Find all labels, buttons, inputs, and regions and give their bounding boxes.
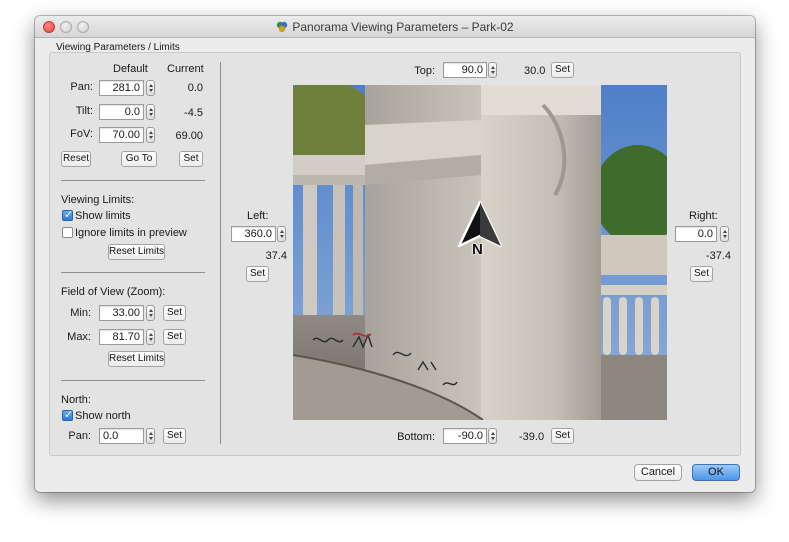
bottom-limit-current: -39.0	[519, 431, 545, 443]
current-column-header: Current	[167, 63, 204, 75]
bottom-limit-label: Bottom:	[397, 431, 435, 443]
reset-fov-limits-button[interactable]: Reset Limits	[108, 351, 165, 367]
left-limit-set-button[interactable]: Set	[246, 266, 269, 282]
viewing-limits-heading: Viewing Limits:	[61, 194, 135, 206]
left-limit-current: 37.4	[265, 250, 287, 262]
show-limits-checkbox[interactable]	[62, 208, 73, 221]
reset-viewing-limits-button[interactable]: Reset Limits	[108, 244, 165, 260]
north-pan-field[interactable]: 0.0	[99, 428, 144, 444]
pan-label: Pan:	[70, 81, 93, 93]
fov-current-value: 69.00	[175, 130, 203, 142]
separator	[61, 272, 205, 273]
default-column-header: Default	[113, 63, 148, 75]
tilt-default-field[interactable]: 0.0	[99, 104, 144, 120]
top-limit-set-button[interactable]: Set	[551, 62, 574, 78]
left-limit-field[interactable]: 360.0	[231, 226, 276, 242]
title-bar: Panorama Viewing Parameters – Park-02	[35, 16, 755, 38]
reset-button[interactable]: Reset	[61, 151, 91, 167]
right-limit-field[interactable]: 0.0	[675, 226, 717, 242]
bottom-limit-field[interactable]: -90.0	[443, 428, 487, 444]
bottom-limit-stepper[interactable]	[488, 428, 497, 444]
fov-max-set-button[interactable]: Set	[163, 329, 186, 345]
cancel-button[interactable]: Cancel	[634, 464, 682, 481]
panorama-parameters-window: Panorama Viewing Parameters – Park-02 Vi…	[35, 16, 755, 492]
right-limit-current: -37.4	[705, 250, 731, 262]
top-limit-stepper[interactable]	[488, 62, 497, 78]
left-limit-label: Left:	[247, 210, 269, 222]
fov-stepper[interactable]	[146, 127, 155, 143]
right-limit-label: Right:	[689, 210, 718, 222]
ignore-limits-checkbox[interactable]	[62, 227, 73, 238]
tilt-current-value: -4.5	[184, 107, 203, 119]
ok-button[interactable]: OK	[692, 464, 740, 481]
fov-min-label: Min:	[70, 307, 91, 319]
app-icon	[277, 21, 288, 33]
tilt-stepper[interactable]	[146, 104, 155, 120]
window-title-text: Panorama Viewing Parameters – Park-02	[292, 20, 514, 34]
fov-zoom-heading: Field of View (Zoom):	[61, 286, 166, 298]
fov-max-field[interactable]: 81.70	[99, 329, 144, 345]
left-limit-stepper[interactable]	[277, 226, 286, 242]
pan-default-field[interactable]: 281.0	[99, 80, 144, 96]
panorama-preview[interactable]: N	[293, 85, 667, 420]
north-heading: North:	[61, 394, 91, 406]
show-north-label: Show north	[75, 410, 131, 422]
fov-min-field[interactable]: 33.00	[99, 305, 144, 321]
show-limits-label: Show limits	[75, 210, 131, 222]
pan-current-value: 0.0	[187, 82, 203, 94]
separator	[61, 380, 205, 381]
fov-min-stepper[interactable]	[146, 305, 155, 321]
fov-max-label: Max:	[67, 331, 91, 343]
bottom-limit-set-button[interactable]: Set	[551, 428, 574, 444]
fov-min-set-button[interactable]: Set	[163, 305, 186, 321]
show-north-checkbox[interactable]	[62, 408, 73, 421]
north-pan-stepper[interactable]	[146, 428, 155, 444]
north-pan-set-button[interactable]: Set	[163, 428, 186, 444]
north-marker-letter: N	[472, 241, 483, 258]
set-current-button[interactable]: Set	[179, 151, 203, 167]
separator	[61, 180, 205, 181]
top-limit-label: Top:	[414, 65, 435, 77]
north-pan-label: Pan:	[68, 430, 91, 442]
panel-divider	[220, 62, 221, 444]
ignore-limits-label: Ignore limits in preview	[75, 227, 187, 239]
window-title: Panorama Viewing Parameters – Park-02	[35, 20, 755, 34]
pan-stepper[interactable]	[146, 80, 155, 96]
right-limit-set-button[interactable]: Set	[690, 266, 713, 282]
fov-label: FoV:	[70, 128, 93, 140]
top-limit-field[interactable]: 90.0	[443, 62, 487, 78]
go-to-button[interactable]: Go To	[121, 151, 157, 167]
fov-max-stepper[interactable]	[146, 329, 155, 345]
tilt-label: Tilt:	[75, 105, 93, 117]
right-limit-stepper[interactable]	[720, 226, 729, 242]
fov-default-field[interactable]: 70.00	[99, 127, 144, 143]
top-limit-current: 30.0	[524, 65, 546, 77]
